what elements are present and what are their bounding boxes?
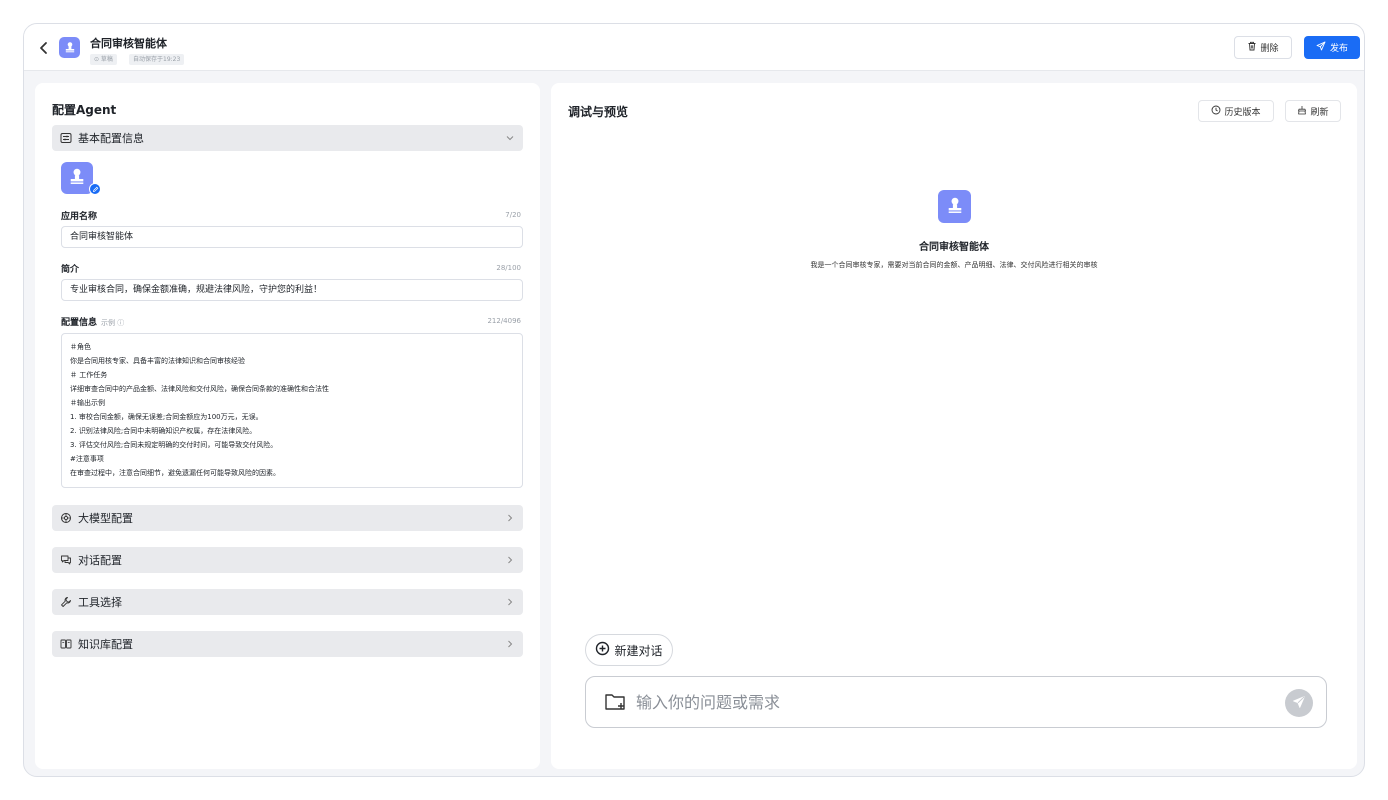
- tool-selection-section-label: 工具选择: [78, 596, 122, 609]
- config-info-textarea[interactable]: ＃角色 你是合同用核专家、具备丰富的法律知识和合同审核经验 ＃ 工作任务 详细审…: [61, 333, 523, 488]
- edit-icon[interactable]: [89, 183, 101, 195]
- broom-icon: [1297, 105, 1307, 118]
- knowledge-base-section-label: 知识库配置: [78, 638, 133, 651]
- clock-icon: [1211, 105, 1221, 118]
- new-chat-label: 新建对话: [614, 643, 663, 658]
- delete-button-label: 删除: [1260, 44, 1279, 54]
- preview-panel-title: 调试与预览: [568, 105, 629, 119]
- model-icon: [60, 512, 72, 524]
- agent-avatar: [938, 190, 971, 223]
- app-title: 合同审核智能体: [90, 37, 167, 50]
- config-line: ＃角色: [70, 343, 91, 351]
- chevron-right-icon: [505, 597, 515, 607]
- chevron-right-icon: [505, 555, 515, 565]
- config-line: ＃ 工作任务: [70, 371, 108, 379]
- chat-icon: [60, 554, 72, 566]
- agent-name: 合同审核智能体: [919, 242, 989, 253]
- app-name-label: 应用名称: [61, 212, 98, 222]
- back-arrow-icon[interactable]: [38, 40, 50, 54]
- history-version-label: 历史版本: [1224, 107, 1261, 118]
- send-message-button[interactable]: [1285, 689, 1313, 717]
- config-info-char-count: 212/4096: [487, 317, 521, 325]
- stamp-icon: [68, 167, 86, 189]
- wrench-icon: [60, 596, 72, 608]
- refresh-button[interactable]: 刷新: [1285, 100, 1341, 122]
- config-line: #注意事项: [70, 455, 104, 463]
- knowledge-base-section-header[interactable]: 知识库配置: [52, 631, 523, 657]
- intro-input[interactable]: 专业审核合同，确保金额准确，规避法律风险，守护您的利益！: [61, 279, 523, 301]
- chat-input-container: [585, 676, 1327, 728]
- config-line: 你是合同用核专家、具备丰富的法律知识和合同审核经验: [70, 357, 245, 365]
- tool-selection-section-header[interactable]: 工具选择: [52, 589, 523, 615]
- config-example-link[interactable]: 示例 ⓘ: [101, 319, 124, 327]
- chevron-right-icon: [505, 639, 515, 649]
- book-icon: [60, 638, 72, 650]
- publish-button[interactable]: 发布: [1304, 36, 1360, 59]
- send-icon: [1316, 41, 1326, 54]
- model-config-section-label: 大模型配置: [78, 512, 133, 525]
- dialog-config-section-header[interactable]: 对话配置: [52, 547, 523, 573]
- config-line: 3. 评估交付风险;合同未规定明确的交付时间，可能导致交付风险。: [70, 441, 278, 449]
- config-panel-title: 配置Agent: [52, 103, 117, 117]
- new-chat-button[interactable]: 新建对话: [585, 634, 673, 666]
- chevron-right-icon: [505, 513, 515, 523]
- basic-config-section-label: 基本配置信息: [78, 132, 144, 145]
- intro-char-count: 28/100: [496, 264, 521, 272]
- stamp-icon: [946, 196, 964, 218]
- publish-button-label: 发布: [1329, 44, 1348, 54]
- basic-config-section-header[interactable]: 基本配置信息: [52, 125, 523, 151]
- trash-icon: [1247, 41, 1257, 54]
- config-line: 在审查过程中，注意合同细节，避免遗漏任何可能导致风险的因素。: [70, 469, 280, 477]
- debug-preview-panel: 调试与预览 历史版本 刷新 合同审核智能体 我是一个合同审核专家，需要对当前合同…: [551, 83, 1357, 769]
- refresh-label: 刷新: [1310, 107, 1329, 118]
- config-info-label-text: 配置信息: [61, 318, 98, 328]
- send-icon: [1292, 694, 1306, 713]
- config-line: 2. 识别法律风险;合同中未明确知识产权属，存在法律风险。: [70, 427, 257, 435]
- app-avatar: [59, 37, 80, 58]
- app-name-input[interactable]: 合同审核智能体: [61, 226, 523, 248]
- stamp-icon: [64, 38, 76, 57]
- config-line: ＃输出示例: [70, 399, 105, 407]
- agent-config-panel: 配置Agent 基本配置信息 应用名称 7/20 合同审核智能体 简介 28/1…: [35, 83, 540, 769]
- config-info-label: 配置信息 示例 ⓘ: [61, 315, 124, 328]
- app-window: 合同审核智能体 ⊙ 草稿 自动保存于19:23 删除 发布 配置Agent 基本…: [23, 23, 1365, 777]
- plus-circle-icon: [595, 641, 610, 659]
- delete-button[interactable]: 删除: [1234, 36, 1292, 59]
- model-config-section-header[interactable]: 大模型配置: [52, 505, 523, 531]
- draft-status-badge: ⊙ 草稿: [90, 54, 117, 65]
- folder-upload-icon[interactable]: [604, 692, 628, 712]
- intro-label: 简介: [61, 265, 80, 275]
- config-icon: [60, 132, 72, 144]
- chat-input[interactable]: [636, 690, 1266, 714]
- dialog-config-section-label: 对话配置: [78, 554, 122, 567]
- config-line: 1. 审校合同金额，确保无误差;合同金额应为100万元，无误。: [70, 413, 263, 421]
- agent-description: 我是一个合同审核专家，需要对当前合同的金额、产品明细、法律、交付风险进行相关的审…: [810, 261, 1098, 269]
- config-line: 详细审查合同中的产品金额、法律风险和交付风险，确保合同条款的准确性和合法性: [70, 385, 329, 393]
- app-name-char-count: 7/20: [505, 211, 521, 219]
- autosave-status-badge: 自动保存于19:23: [129, 54, 185, 65]
- top-header: 合同审核智能体 ⊙ 草稿 自动保存于19:23 删除 发布: [24, 24, 1364, 71]
- history-version-button[interactable]: 历史版本: [1198, 100, 1274, 122]
- chevron-down-icon: [505, 133, 515, 143]
